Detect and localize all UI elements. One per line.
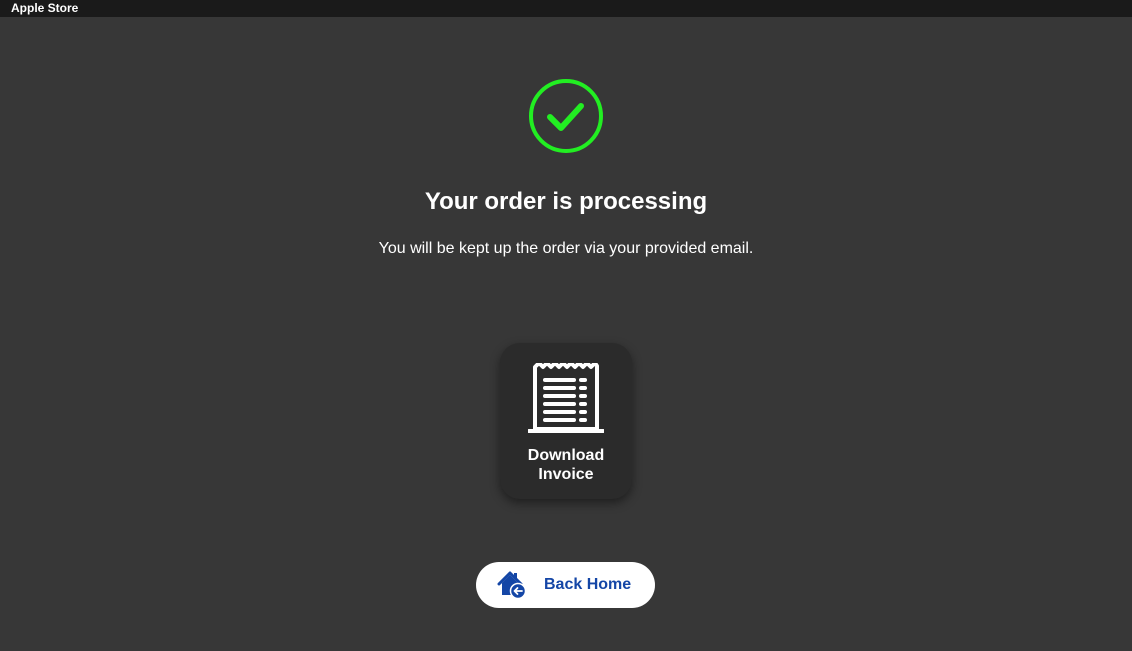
download-invoice-label: Download Invoice (500, 446, 632, 484)
download-invoice-button[interactable]: Download Invoice (500, 343, 632, 499)
window-title: Apple Store (11, 1, 79, 15)
status-message: You will be kept up the order via your p… (378, 240, 754, 257)
download-invoice-label-line2: Invoice (538, 466, 594, 483)
receipt-icon (528, 363, 604, 433)
page-title: Your order is processing (424, 188, 708, 215)
home-back-icon (497, 571, 527, 599)
back-home-label: Back Home (544, 576, 632, 593)
download-invoice-label-line1: Download (527, 447, 605, 464)
order-status-page: Your order is processing You will be kep… (0, 17, 1132, 651)
check-circle-icon (529, 79, 603, 153)
window-titlebar: Apple Store (0, 0, 1132, 17)
back-home-button[interactable]: Back Home (476, 562, 655, 608)
